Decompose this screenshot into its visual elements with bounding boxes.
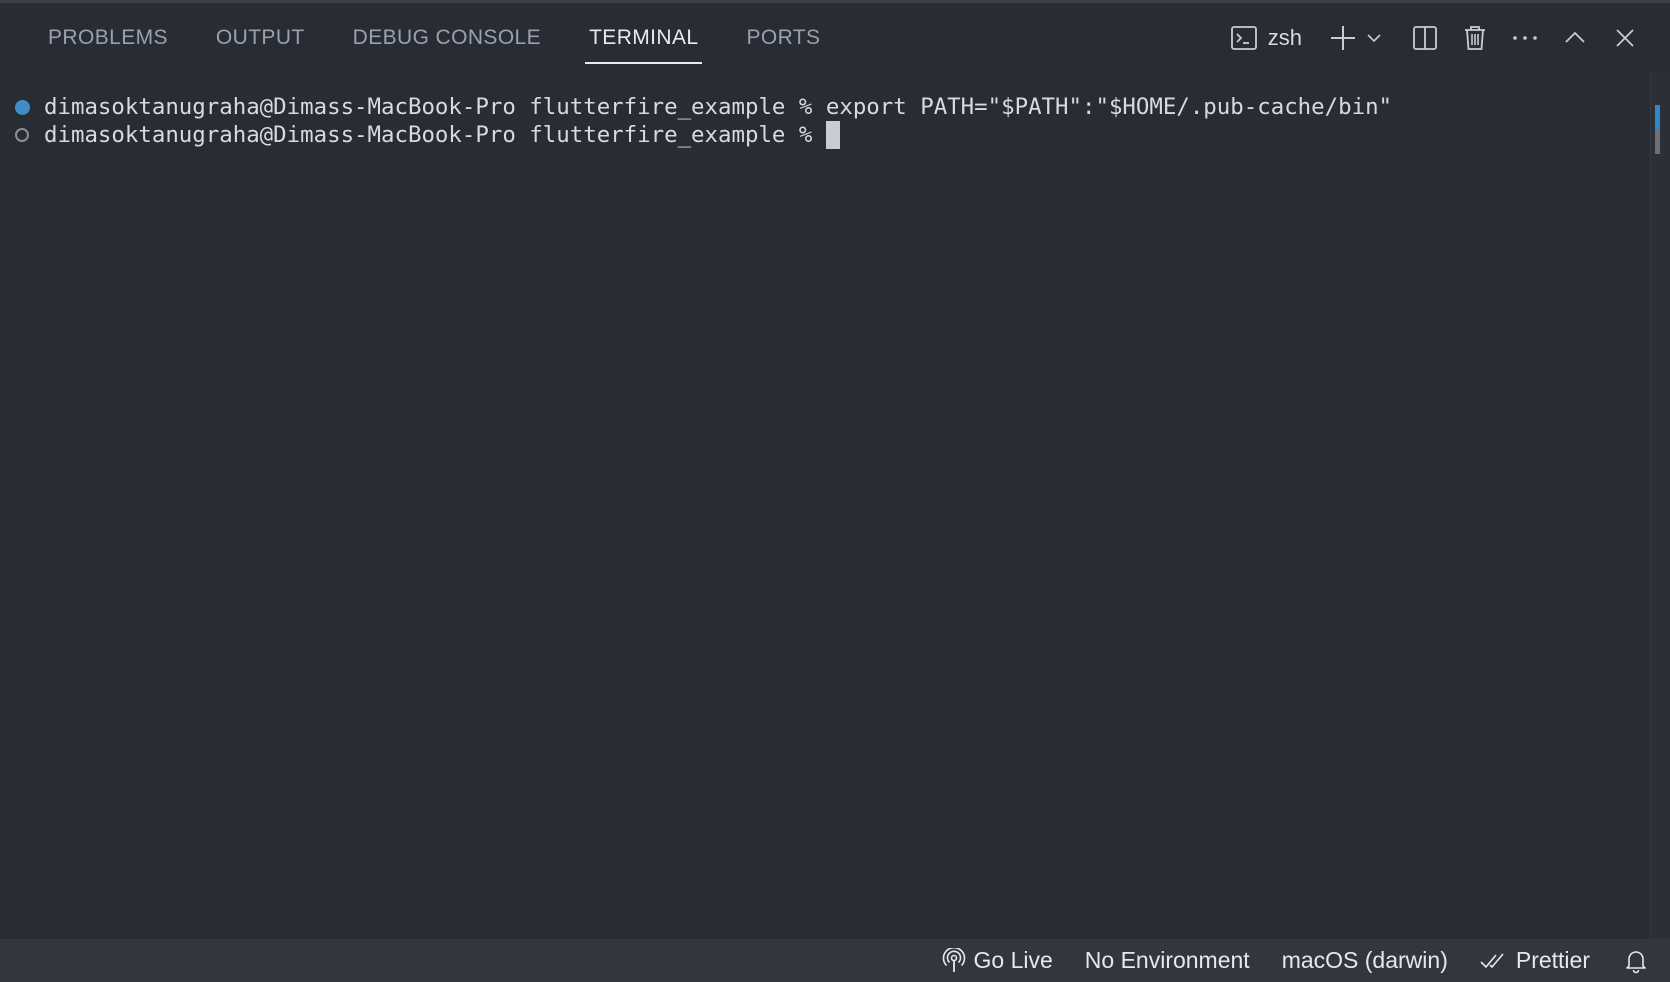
more-icon bbox=[1513, 36, 1537, 40]
terminal-prompt: dimasoktanugraha@Dimass-MacBook-Pro flut… bbox=[44, 122, 826, 148]
new-terminal-button[interactable] bbox=[1326, 18, 1360, 58]
status-bar: Go Live No Environment macOS (darwin) Pr… bbox=[0, 939, 1670, 982]
prettier-status[interactable]: Prettier bbox=[1480, 947, 1590, 974]
terminal-prompt: dimasoktanugraha@Dimass-MacBook-Pro flut… bbox=[44, 94, 826, 120]
panel-header: PROBLEMS OUTPUT DEBUG CONSOLE TERMINAL P… bbox=[0, 3, 1670, 73]
terminal-scrollbar[interactable] bbox=[1650, 73, 1670, 939]
terminal-output[interactable]: dimasoktanugraha@Dimass-MacBook-Pro flut… bbox=[0, 73, 1650, 939]
go-live-button[interactable]: Go Live bbox=[942, 947, 1053, 974]
command-success-decoration[interactable] bbox=[0, 99, 44, 115]
split-terminal-button[interactable] bbox=[1400, 18, 1450, 58]
split-icon bbox=[1413, 26, 1437, 50]
terminal-cursor bbox=[825, 121, 840, 149]
shell-name-label: zsh bbox=[1267, 25, 1302, 50]
environment-label: No Environment bbox=[1084, 947, 1250, 973]
command-pending-decoration bbox=[0, 128, 44, 142]
tab-output[interactable]: OUTPUT bbox=[192, 3, 329, 73]
close-icon bbox=[1616, 29, 1634, 47]
terminal-line: dimasoktanugraha@Dimass-MacBook-Pro flut… bbox=[0, 93, 1392, 121]
plus-icon bbox=[1331, 26, 1355, 50]
notifications-button[interactable] bbox=[1624, 948, 1648, 974]
panel-actions: zsh bbox=[1224, 3, 1650, 73]
scrollbar-decoration-marker bbox=[1655, 105, 1660, 130]
terminal-shell-selector[interactable]: zsh bbox=[1224, 18, 1308, 58]
maximize-panel-button[interactable] bbox=[1550, 18, 1600, 58]
bell-icon bbox=[1626, 950, 1646, 973]
os-status[interactable]: macOS (darwin) bbox=[1282, 947, 1448, 974]
environment-status[interactable]: No Environment bbox=[1085, 947, 1250, 974]
trash-icon bbox=[1465, 26, 1485, 50]
broadcast-icon bbox=[942, 947, 965, 972]
chevron-up-icon bbox=[1565, 31, 1585, 43]
close-panel-button[interactable] bbox=[1600, 18, 1650, 58]
terminal-profiles-dropdown[interactable] bbox=[1360, 18, 1388, 58]
terminal-command: export PATH="$PATH":"$HOME/.pub-cache/bi… bbox=[825, 94, 1393, 120]
terminal-icon bbox=[1230, 26, 1257, 50]
tab-debug-console[interactable]: DEBUG CONSOLE bbox=[329, 3, 565, 73]
tab-problems[interactable]: PROBLEMS bbox=[24, 3, 192, 73]
os-label: macOS (darwin) bbox=[1281, 947, 1448, 973]
tab-terminal[interactable]: TERMINAL bbox=[565, 3, 722, 73]
tab-ports[interactable]: PORTS bbox=[722, 3, 844, 73]
scrollbar-thumb[interactable] bbox=[1655, 130, 1660, 154]
terminal-line: dimasoktanugraha@Dimass-MacBook-Pro flut… bbox=[0, 121, 840, 149]
more-actions-button[interactable] bbox=[1500, 18, 1550, 58]
panel-tabs: PROBLEMS OUTPUT DEBUG CONSOLE TERMINAL P… bbox=[24, 3, 844, 73]
terminal-panel-window: PROBLEMS OUTPUT DEBUG CONSOLE TERMINAL P… bbox=[0, 0, 1670, 982]
double-check-icon bbox=[1480, 952, 1504, 968]
kill-terminal-button[interactable] bbox=[1450, 18, 1500, 58]
chevron-down-icon bbox=[1367, 34, 1381, 43]
prettier-label: Prettier bbox=[1515, 947, 1590, 973]
go-live-label: Go Live bbox=[973, 947, 1053, 973]
